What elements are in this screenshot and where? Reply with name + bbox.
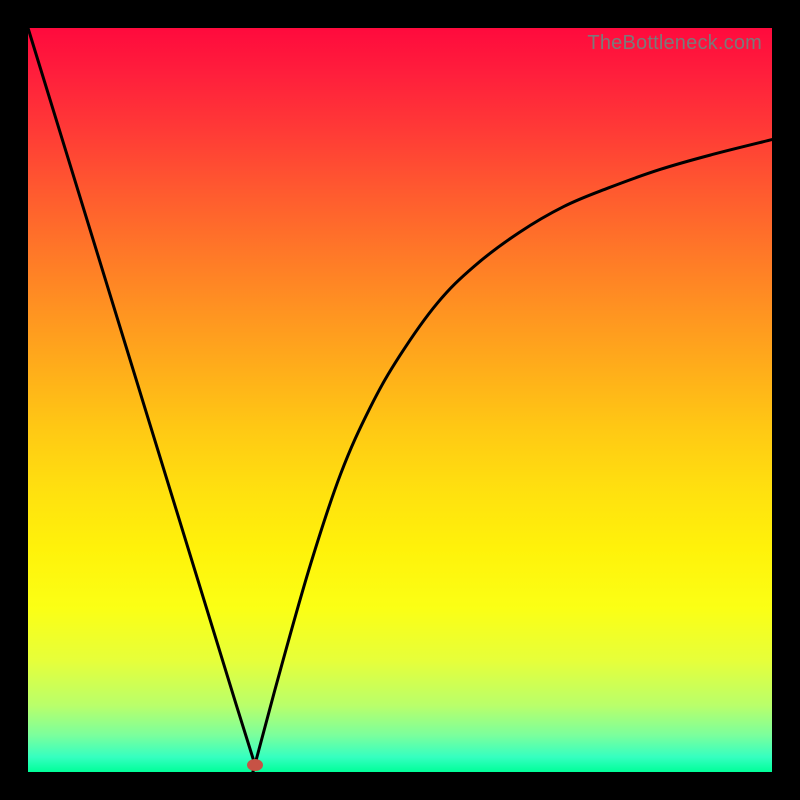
plot-area: TheBottleneck.com	[28, 28, 772, 772]
bottleneck-curve	[28, 28, 772, 772]
chart-frame: TheBottleneck.com	[0, 0, 800, 800]
minimum-marker	[247, 759, 263, 771]
